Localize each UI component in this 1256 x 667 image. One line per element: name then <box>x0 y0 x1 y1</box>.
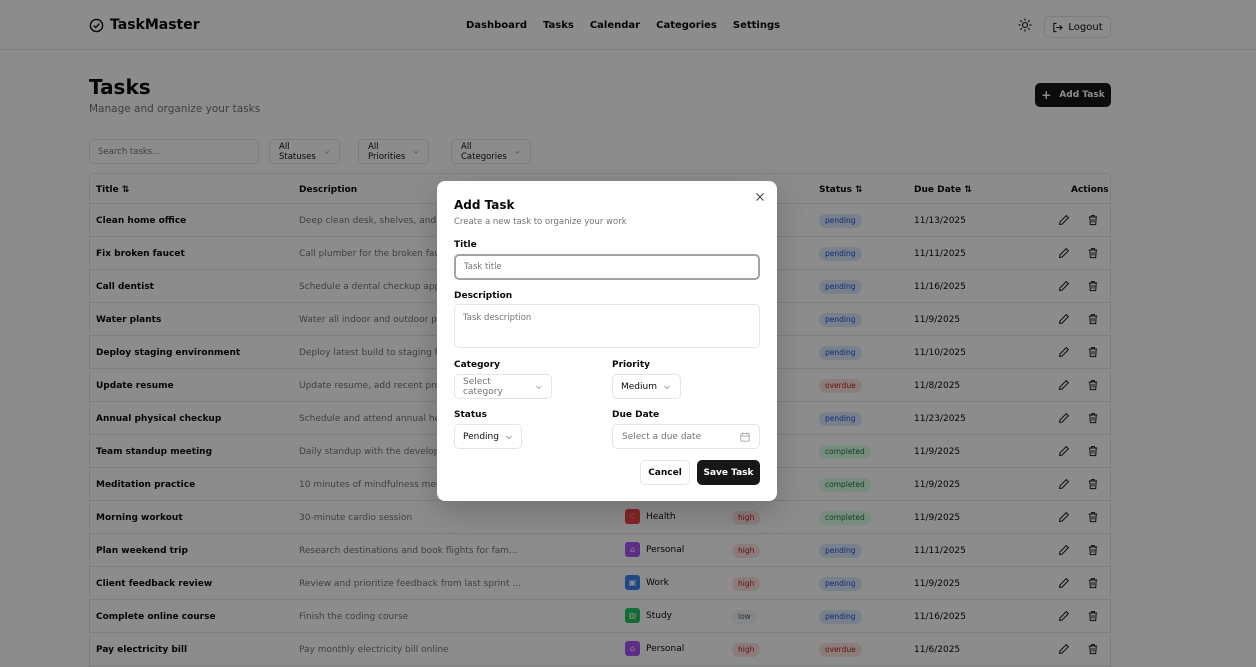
chevron-down-icon <box>506 435 512 439</box>
category-select[interactable]: Select category <box>454 374 552 399</box>
due-date-placeholder: Select a due date <box>622 432 702 442</box>
due-date-label: Due Date <box>612 410 660 420</box>
status-select-value: Pending <box>463 431 499 442</box>
chevron-down-icon <box>536 385 542 389</box>
dialog-title: Add Task <box>454 198 515 212</box>
save-task-button[interactable]: Save Task <box>697 460 760 485</box>
add-task-dialog: Add Task Create a new task to organize y… <box>437 181 777 501</box>
app: TaskMaster Dashboard Tasks Calendar Cate… <box>0 0 1256 667</box>
category-select-value: Select category <box>463 376 503 397</box>
status-select[interactable]: Pending <box>454 424 522 449</box>
title-input[interactable] <box>454 254 760 280</box>
cancel-button[interactable]: Cancel <box>640 460 690 485</box>
description-label: Description <box>454 291 513 301</box>
due-date-picker[interactable]: Select a due date <box>612 424 760 449</box>
close-icon[interactable] <box>755 192 765 202</box>
priority-label: Priority <box>612 360 650 370</box>
status-label: Status <box>454 410 487 420</box>
chevron-down-icon <box>664 385 670 389</box>
description-textarea[interactable] <box>454 304 760 348</box>
priority-select[interactable]: Medium <box>612 374 681 399</box>
category-label: Category <box>454 360 501 370</box>
calendar-icon <box>740 432 750 442</box>
priority-select-value: Medium <box>621 381 657 392</box>
title-label: Title <box>454 240 477 250</box>
dialog-description: Create a new task to organize your work <box>454 217 627 227</box>
